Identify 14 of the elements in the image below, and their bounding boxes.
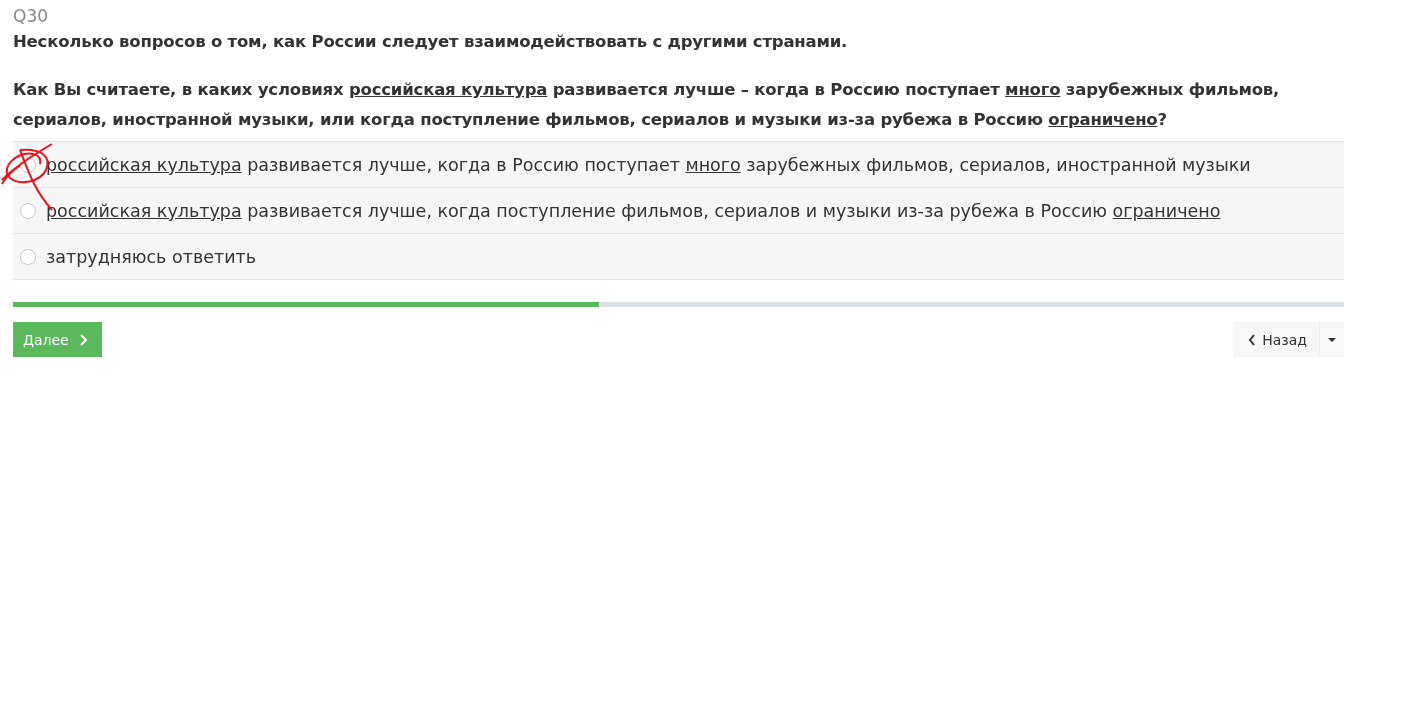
chevron-right-icon [78, 333, 87, 346]
option-label: затрудняюсь ответить [46, 246, 257, 267]
question-number: Q30 [13, 5, 49, 27]
question-intro: Несколько вопросов о том, как России следует взаимодействовать с другими странами. [13, 31, 849, 53]
answer-option[interactable]: российская культура развивается лучше, когда в Россию поступает много зарубежных фильмов, сериалов, иностранной музыки [13, 142, 1344, 188]
option-label: российская культура развивается лучше, когда поступление фильмов, сериалов и музыки из-за рубежа в Россию ограничено [46, 200, 1221, 221]
radio-button[interactable] [20, 248, 36, 265]
caret-icon [1328, 337, 1336, 342]
answer-option[interactable]: затрудняюсь ответить [13, 234, 1344, 280]
question-text: Как Вы считаете, в каких условиях российская культура развивается лучше – когда в Россию поступает много зарубежных фильмов, сериалов, иностранной музыки, или когда поступление фильмов, сериалов и музыки из-за рубежа в Россию ограничено? [13, 79, 1281, 131]
radio-button[interactable] [20, 202, 36, 219]
chevron-left-icon [1248, 333, 1257, 346]
option-label: российская культура развивается лучше, когда в Россию поступает много зарубежных фильмов, сериалов, иностранной музыки [46, 154, 1251, 175]
answer-option[interactable]: российская культура развивается лучше, когда поступление фильмов, сериалов и музыки из-за рубежа в Россию ограничено [13, 188, 1344, 234]
